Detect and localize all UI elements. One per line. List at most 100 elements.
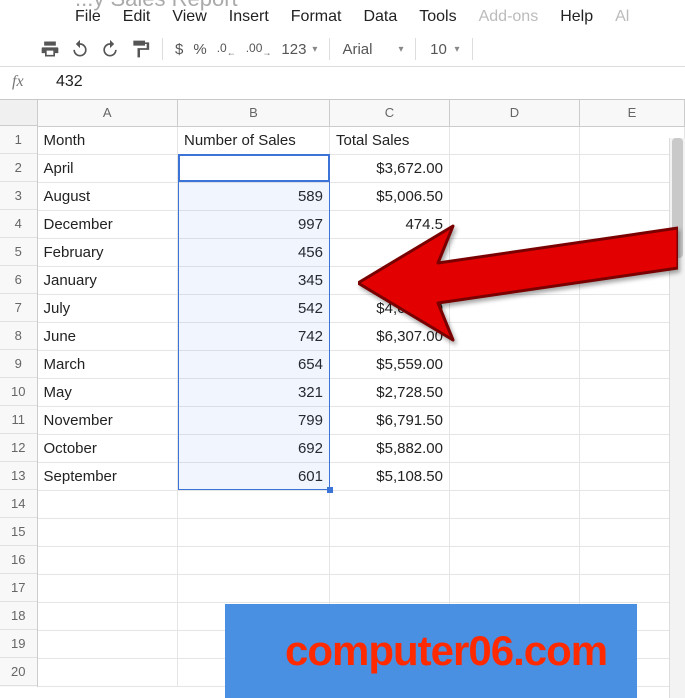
cell[interactable]: August — [38, 182, 178, 210]
currency-button[interactable]: $ — [175, 41, 183, 58]
cell[interactable]: September — [38, 462, 178, 490]
cell[interactable]: 742 — [178, 322, 330, 350]
increase-decimal-button[interactable]: .00→ — [246, 41, 272, 57]
cell[interactable]: Number of Sales — [178, 126, 330, 154]
cell[interactable] — [450, 574, 580, 602]
row-header[interactable]: 7 — [0, 294, 37, 322]
cell[interactable]: $2, 2.50 — [330, 266, 450, 294]
cell[interactable] — [38, 574, 178, 602]
cell[interactable]: 692 — [178, 434, 330, 462]
row-header[interactable]: 9 — [0, 350, 37, 378]
scrollbar-thumb[interactable] — [672, 138, 683, 258]
cell[interactable] — [38, 630, 178, 658]
cell[interactable] — [450, 350, 580, 378]
menu-format[interactable]: Format — [291, 8, 342, 26]
grid-area[interactable]: A B C D E Month Number of Sales Total Sa… — [38, 100, 685, 687]
cell[interactable]: $2,728.50 — [330, 378, 450, 406]
cell[interactable] — [450, 266, 580, 294]
cell[interactable]: $6,307.00 — [330, 322, 450, 350]
col-header-D[interactable]: D — [450, 100, 580, 126]
cell[interactable]: 474.5 — [330, 210, 450, 238]
cell[interactable] — [178, 546, 330, 574]
table-row[interactable]: May321$2,728.50 — [38, 378, 685, 406]
undo-icon[interactable] — [70, 39, 90, 59]
cell[interactable]: November — [38, 406, 178, 434]
cell[interactable]: July — [38, 294, 178, 322]
cell[interactable] — [178, 518, 330, 546]
cell[interactable]: March — [38, 350, 178, 378]
col-header-B[interactable]: B — [178, 100, 330, 126]
col-header-E[interactable]: E — [580, 100, 685, 126]
cell[interactable] — [178, 574, 330, 602]
menu-data[interactable]: Data — [363, 8, 397, 26]
cell[interactable]: $5,559.00 — [330, 350, 450, 378]
cell[interactable] — [330, 518, 450, 546]
cell[interactable]: Month — [38, 126, 178, 154]
table-row[interactable]: February4565.00 — [38, 238, 685, 266]
redo-icon[interactable] — [100, 39, 120, 59]
cell[interactable]: 456 — [178, 238, 330, 266]
row-header[interactable]: 12 — [0, 434, 37, 462]
cell[interactable] — [38, 490, 178, 518]
row-header[interactable]: 14 — [0, 490, 37, 518]
table-row[interactable] — [38, 518, 685, 546]
table-row[interactable] — [38, 574, 685, 602]
cell[interactable] — [330, 546, 450, 574]
table-row[interactable]: March654$5,559.00 — [38, 350, 685, 378]
cell[interactable] — [450, 294, 580, 322]
row-header[interactable]: 6 — [0, 266, 37, 294]
paint-format-icon[interactable] — [130, 39, 150, 59]
cell[interactable]: 654 — [178, 350, 330, 378]
menu-tools[interactable]: Tools — [419, 8, 456, 26]
row-header[interactable]: 20 — [0, 658, 37, 686]
cell[interactable]: $5,006.50 — [330, 182, 450, 210]
cell[interactable]: $5,108.50 — [330, 462, 450, 490]
cell[interactable] — [450, 378, 580, 406]
cell[interactable]: 997 — [178, 210, 330, 238]
cell[interactable]: 432 — [178, 154, 330, 182]
cell[interactable]: October — [38, 434, 178, 462]
menu-help[interactable]: Help — [560, 8, 593, 26]
cell[interactable]: 799 — [178, 406, 330, 434]
cell[interactable]: June — [38, 322, 178, 350]
col-header-A[interactable]: A — [38, 100, 178, 126]
table-row[interactable]: April432$3,672.00 — [38, 154, 685, 182]
cell[interactable] — [450, 126, 580, 154]
row-header[interactable]: 19 — [0, 630, 37, 658]
cell[interactable] — [178, 490, 330, 518]
cell[interactable]: Total Sales — [330, 126, 450, 154]
table-row[interactable] — [38, 546, 685, 574]
percent-button[interactable]: % — [193, 41, 206, 58]
cell[interactable]: $6,791.50 — [330, 406, 450, 434]
cell[interactable] — [450, 322, 580, 350]
cell[interactable] — [38, 518, 178, 546]
table-row[interactable]: June742$6,307.00 — [38, 322, 685, 350]
table-row[interactable]: November799$6,791.50 — [38, 406, 685, 434]
spreadsheet[interactable]: 1234567891011121314151617181920 A B C D … — [0, 100, 685, 687]
menu-addons[interactable]: Add-ons — [479, 8, 539, 26]
font-size-dropdown[interactable]: 10▾ — [428, 41, 459, 58]
cell[interactable] — [450, 182, 580, 210]
cell[interactable]: $3,672.00 — [330, 154, 450, 182]
cell[interactable]: May — [38, 378, 178, 406]
cell[interactable]: 542 — [178, 294, 330, 322]
row-header[interactable]: 17 — [0, 574, 37, 602]
vertical-scrollbar[interactable] — [669, 138, 685, 698]
row-header[interactable]: 13 — [0, 462, 37, 490]
decrease-decimal-button[interactable]: .0← — [217, 41, 236, 57]
cell[interactable] — [450, 154, 580, 182]
cell[interactable] — [38, 546, 178, 574]
row-header[interactable]: 8 — [0, 322, 37, 350]
table-row[interactable]: January345$2, 2.50 — [38, 266, 685, 294]
cell[interactable]: February — [38, 238, 178, 266]
row-header[interactable]: 11 — [0, 406, 37, 434]
print-icon[interactable] — [40, 39, 60, 59]
cell[interactable]: $4,607.00 — [330, 294, 450, 322]
row-header[interactable]: 10 — [0, 378, 37, 406]
cell[interactable] — [450, 490, 580, 518]
cell[interactable] — [330, 574, 450, 602]
cell[interactable] — [450, 546, 580, 574]
row-header[interactable]: 16 — [0, 546, 37, 574]
cell[interactable] — [330, 490, 450, 518]
row-header[interactable]: 5 — [0, 238, 37, 266]
